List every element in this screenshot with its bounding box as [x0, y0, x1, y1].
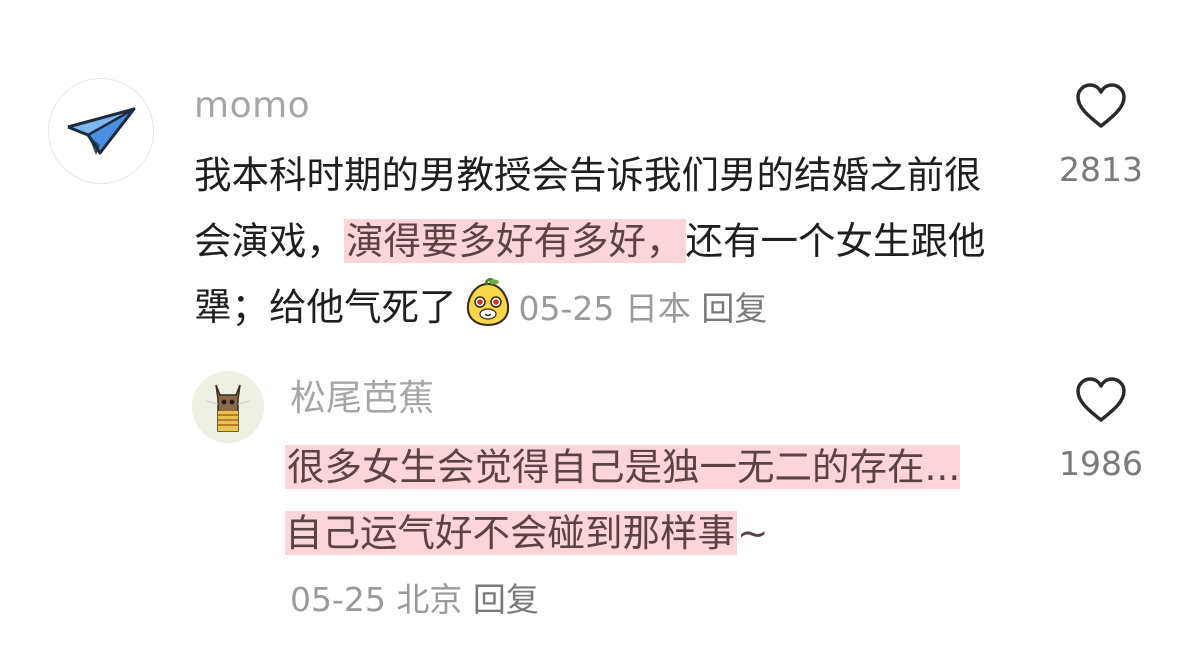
like-button[interactable]: 2813: [1058, 82, 1144, 190]
avatar[interactable]: [48, 78, 154, 184]
comment-location: 日本: [624, 289, 691, 328]
highlighted-text: 演得要多好有多好，: [344, 219, 686, 263]
reply-highlighted-text: 很多女生会觉得自己是独一无二的存在...自己运气好不会碰到那样事: [285, 445, 961, 555]
reply-like-count: 1986: [1059, 444, 1143, 483]
paper-plane-icon: [67, 107, 136, 155]
reply-meta: 05-25 北京 回复: [290, 578, 539, 622]
comment-date: 05-25: [518, 289, 615, 328]
reply-date: 05-25: [290, 580, 386, 619]
heart-icon: [1076, 83, 1126, 128]
reply-reply-button[interactable]: 回复: [473, 580, 539, 619]
comment-text[interactable]: 我本科时期的男教授会告诉我们男的结婚之前很会演戏，演得要多好有多好，还有一个女生…: [194, 142, 994, 342]
reply-text-suffix: ~: [737, 511, 769, 555]
cat-avatar: [192, 371, 264, 443]
comment-meta: 05-25 日本 回复: [519, 289, 768, 328]
reply-button[interactable]: 回复: [701, 289, 767, 328]
reply-like-button[interactable]: 1986: [1058, 376, 1144, 484]
reply-text[interactable]: 很多女生会觉得自己是独一无二的存在...自己运气好不会碰到那样事~: [285, 434, 985, 566]
reply-username[interactable]: 松尾芭蕉: [290, 375, 434, 423]
username[interactable]: momo: [194, 82, 310, 130]
reply-location: 北京: [396, 580, 463, 619]
like-count: 2813: [1059, 150, 1143, 189]
heart-icon: [1076, 377, 1126, 422]
yellow-pear-face-emoji: [466, 278, 509, 327]
reply-avatar[interactable]: [192, 371, 264, 443]
